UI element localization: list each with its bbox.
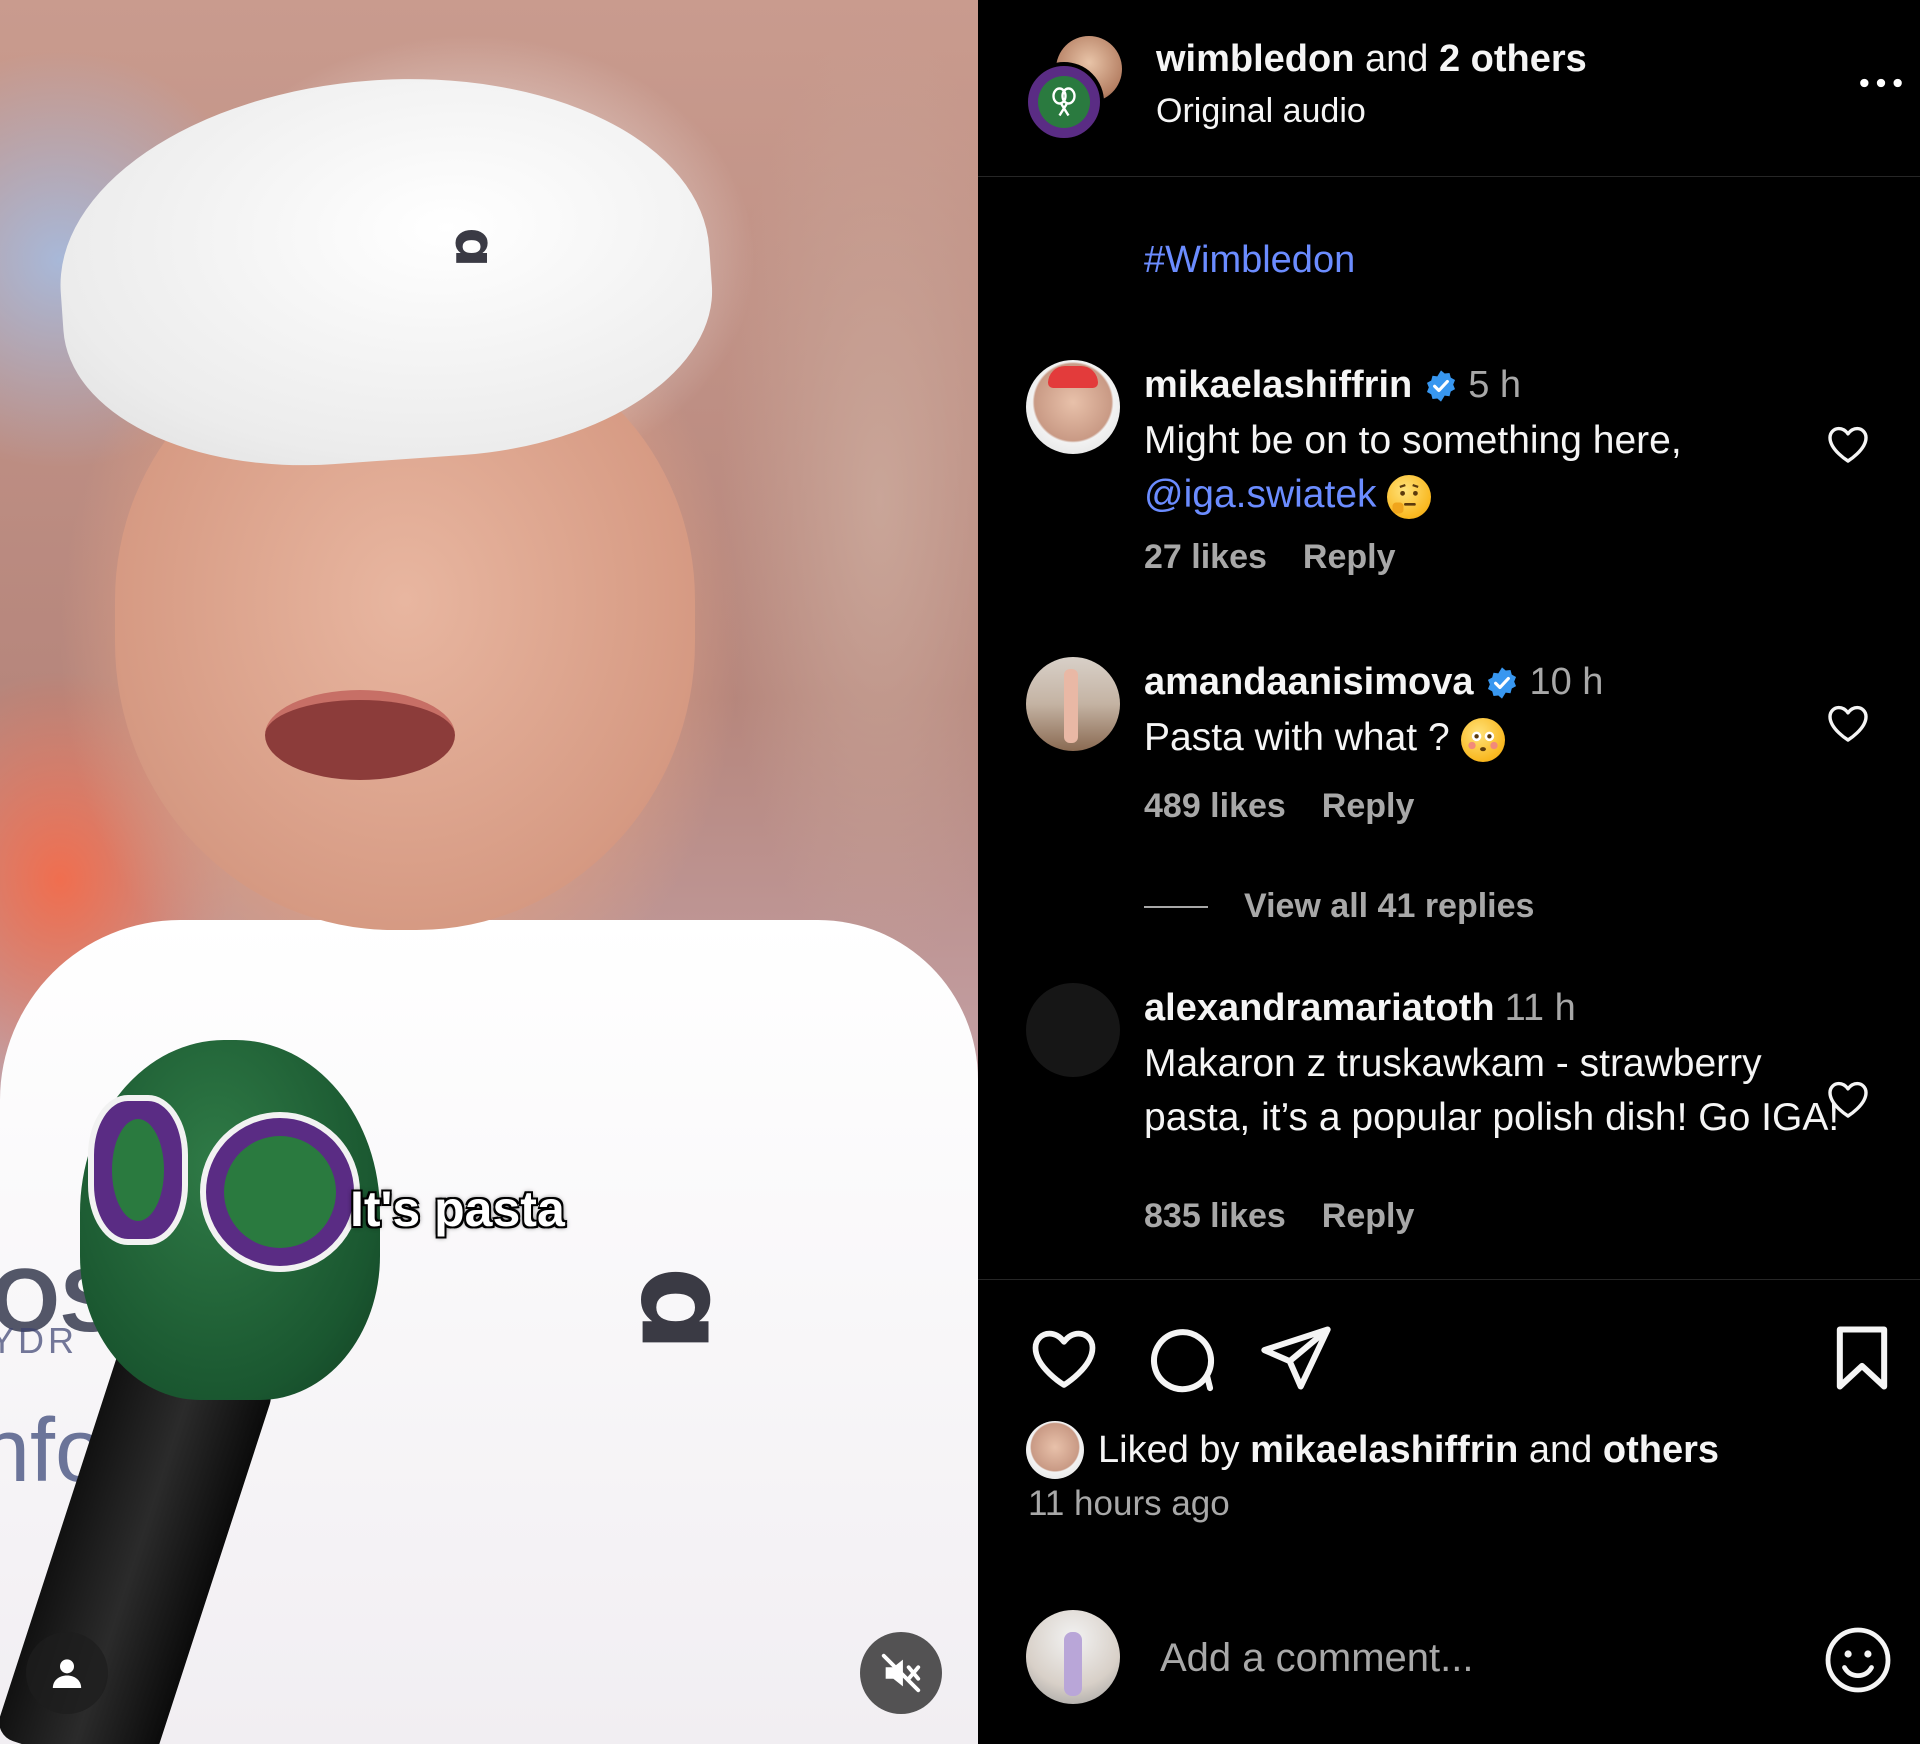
author-and: and xyxy=(1365,38,1429,80)
verified-icon xyxy=(1488,666,1517,699)
current-user-avatar[interactable] xyxy=(1026,1610,1120,1704)
comments-list[interactable]: #Wimbledon mikaelashiffrin 5 h Might be … xyxy=(978,177,1920,1280)
reply-button[interactable]: Reply xyxy=(1322,787,1415,825)
verified-icon xyxy=(1427,369,1456,402)
comment-time: 10 h xyxy=(1529,661,1604,703)
liker-avatar[interactable] xyxy=(1026,1421,1084,1479)
author-username[interactable]: wimbledon xyxy=(1156,38,1354,80)
collaborators-link[interactable]: 2 others xyxy=(1439,38,1587,80)
audio-link[interactable]: Original audio xyxy=(1156,92,1366,131)
liked-and: and xyxy=(1528,1428,1593,1471)
comment-likes[interactable]: 835 likes xyxy=(1144,1197,1286,1235)
heart-icon[interactable] xyxy=(1026,1320,1102,1396)
reply-button[interactable]: Reply xyxy=(1322,1197,1415,1235)
commenter-username[interactable]: amandaanisimova xyxy=(1144,661,1473,704)
comment-text: Might be on to something here, @iga.swia… xyxy=(1144,414,1844,522)
emoji-icon[interactable] xyxy=(1822,1624,1894,1696)
commenter-username[interactable]: mikaelashiffrin xyxy=(1144,364,1412,407)
comment-like-heart-icon[interactable] xyxy=(1824,420,1872,468)
comment-time: 11 h xyxy=(1504,987,1576,1029)
post-author[interactable]: wimbledon and 2 others xyxy=(1156,38,1587,81)
shirt-brand-logo: ɑ xyxy=(613,1266,753,1353)
comment-meta: 489 likes Reply xyxy=(1144,787,1414,826)
comment-text-line: Pasta with what ? xyxy=(1144,716,1450,759)
racket-logo-icon xyxy=(1052,87,1076,117)
comment-likes[interactable]: 489 likes xyxy=(1144,787,1286,825)
thinking-emoji-icon xyxy=(1387,474,1432,519)
user-icon xyxy=(52,1659,82,1688)
comment-icon[interactable] xyxy=(1142,1320,1218,1396)
post-panel: wimbledon and 2 others Original audio #W… xyxy=(978,0,1920,1744)
commenter-avatar[interactable] xyxy=(1026,983,1120,1077)
liked-others[interactable]: others xyxy=(1603,1429,1719,1472)
comment-like-heart-icon[interactable] xyxy=(1824,699,1872,747)
mute-icon xyxy=(881,1653,921,1693)
comment-meta: 27 likes Reply xyxy=(1144,538,1395,577)
comment-time: 5 h xyxy=(1468,364,1522,406)
cap-brand-logo: ɑ xyxy=(442,227,508,268)
liked-user[interactable]: mikaelashiffrin xyxy=(1250,1429,1518,1472)
commenter-avatar[interactable] xyxy=(1026,360,1120,454)
post-actions: Liked by mikaelashiffrin and others 11 h… xyxy=(978,1280,1920,1744)
wimbledon-avatar[interactable] xyxy=(1024,62,1104,142)
view-replies-button[interactable]: View all 41 replies xyxy=(1144,887,1534,926)
replies-divider xyxy=(1144,905,1208,908)
liked-by: Liked by mikaelashiffrin and others xyxy=(1026,1420,1719,1480)
comment-meta: 835 likes Reply xyxy=(1144,1197,1414,1236)
background-sponsor-logo-sub: YDR xyxy=(0,1320,79,1361)
post-time: 11 hours ago xyxy=(1028,1484,1230,1523)
comment-text: Pasta with what ? xyxy=(1144,711,1844,765)
reel-video[interactable]: ɑ ɑ OS YDR nfo It's pasta xyxy=(0,0,978,1744)
commenter-username[interactable]: alexandramariatoth xyxy=(1144,987,1495,1030)
microphone-badge-side xyxy=(88,1095,188,1245)
view-replies-label[interactable]: View all 41 replies xyxy=(1244,887,1534,926)
mute-button[interactable] xyxy=(860,1632,942,1714)
microphone-badge xyxy=(200,1112,360,1272)
flushed-emoji-icon xyxy=(1460,717,1505,762)
video-subtitle: It's pasta xyxy=(350,1181,565,1237)
bookmark-icon[interactable] xyxy=(1824,1320,1900,1396)
add-comment-bar xyxy=(978,1610,1920,1710)
comment-mention[interactable]: @iga.swiatek xyxy=(1144,473,1377,516)
liked-prefix: Liked by xyxy=(1098,1428,1240,1471)
post-header: wimbledon and 2 others Original audio xyxy=(978,0,1920,177)
video-frame-mouth xyxy=(265,690,455,780)
comment-text: Makaron z truskawkam - strawberry pasta,… xyxy=(1144,1042,1840,1139)
tagged-users-button[interactable] xyxy=(26,1632,108,1714)
more-icon[interactable] xyxy=(1856,58,1906,108)
reply-button[interactable]: Reply xyxy=(1303,538,1396,576)
caption-hashtag[interactable]: #Wimbledon xyxy=(1144,239,1355,282)
comment-input[interactable] xyxy=(1158,1624,1782,1692)
comment-likes[interactable]: 27 likes xyxy=(1144,538,1267,576)
comment-like-heart-icon[interactable] xyxy=(1824,1075,1872,1123)
comment-text-line: Might be on to something here, xyxy=(1144,419,1682,462)
commenter-avatar[interactable] xyxy=(1026,657,1120,751)
share-icon[interactable] xyxy=(1258,1320,1334,1396)
